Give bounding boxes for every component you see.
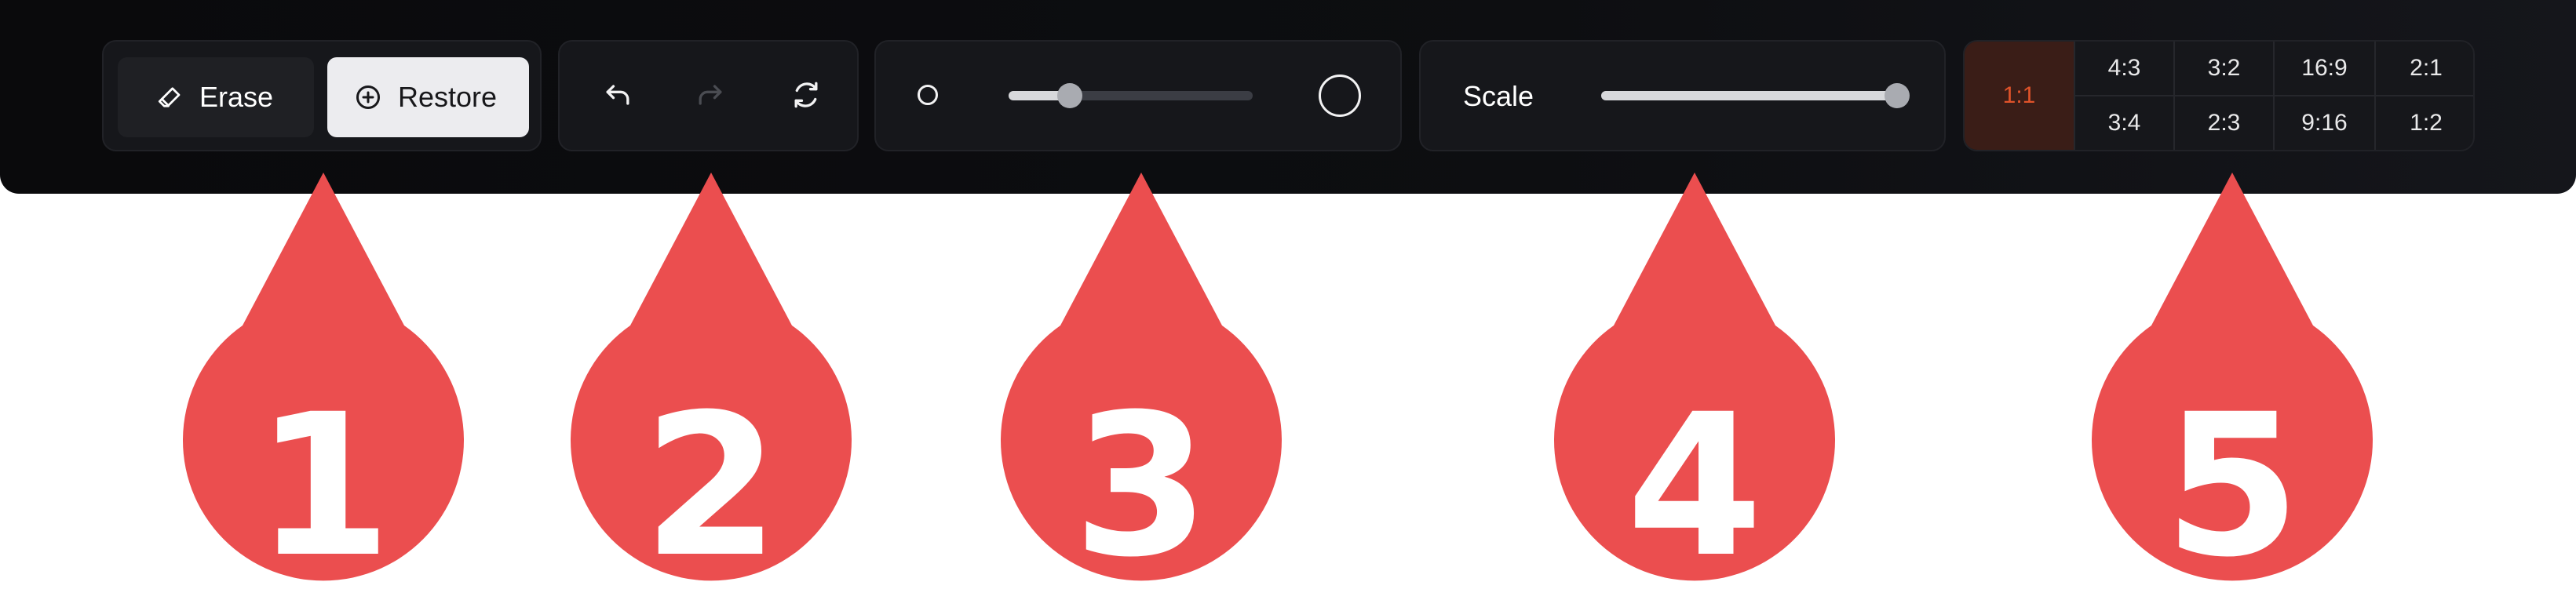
- scale-group: Scale: [1419, 40, 1946, 151]
- small-circle-icon: [918, 85, 938, 105]
- undo-icon: [600, 78, 635, 116]
- callout-marker-5: 5: [2091, 173, 2373, 600]
- large-circle-icon: [1319, 75, 1361, 117]
- redo-icon: [693, 78, 728, 116]
- scale-slider[interactable]: [1601, 83, 1910, 108]
- callout-number: 2: [643, 372, 779, 600]
- scale-label: Scale: [1463, 80, 1534, 112]
- refresh-icon: [789, 78, 823, 116]
- callout-marker-1: 1: [182, 173, 465, 600]
- aspect-ratio-option-selected[interactable]: 1:1: [1965, 42, 2074, 150]
- callout-number: 4: [1626, 372, 1763, 600]
- redo-button[interactable]: [677, 64, 743, 129]
- erase-label: Erase: [199, 81, 274, 113]
- brush-size-thumb[interactable]: [1057, 83, 1082, 108]
- callout-marker-2: 2: [570, 173, 852, 600]
- brush-size-slider[interactable]: [1009, 83, 1253, 108]
- editor-toolbar: Erase Restore Scale 1:1 4:3 3:2 16:9 2:1…: [0, 0, 2576, 194]
- erase-button[interactable]: Erase: [118, 57, 314, 137]
- aspect-ratio-option[interactable]: 16:9: [2275, 42, 2374, 95]
- restore-button[interactable]: Restore: [327, 57, 529, 137]
- restore-label: Restore: [398, 81, 498, 113]
- aspect-ratio-group: 1:1 4:3 3:2 16:9 2:1 3:4 2:3 9:16 1:2: [1963, 40, 2475, 151]
- aspect-ratio-option[interactable]: 2:3: [2175, 96, 2273, 150]
- callout-number: 3: [1073, 372, 1210, 600]
- scale-thumb[interactable]: [1885, 83, 1910, 108]
- aspect-ratio-option[interactable]: 4:3: [2075, 42, 2173, 95]
- aspect-ratio-option[interactable]: 1:2: [2376, 96, 2473, 150]
- aspect-ratio-option[interactable]: 3:4: [2075, 96, 2173, 150]
- scale-fill: [1601, 91, 1897, 100]
- eraser-icon: [155, 83, 184, 111]
- callout-marker-4: 4: [1553, 173, 1836, 600]
- history-group: [558, 40, 859, 151]
- callout-number: 1: [255, 372, 392, 600]
- brush-size-group: [874, 40, 1402, 151]
- aspect-ratio-option[interactable]: 3:2: [2175, 42, 2273, 95]
- callout-number: 5: [2164, 372, 2301, 600]
- undo-button[interactable]: [585, 64, 651, 129]
- aspect-ratio-option[interactable]: 2:1: [2376, 42, 2473, 95]
- plus-circle-icon: [354, 83, 382, 111]
- aspect-ratio-option[interactable]: 9:16: [2275, 96, 2374, 150]
- reset-button[interactable]: [773, 64, 839, 129]
- aspect-ratio-grid: 1:1 4:3 3:2 16:9 2:1 3:4 2:3 9:16 1:2: [1965, 42, 2473, 150]
- callout-marker-3: 3: [1000, 173, 1283, 600]
- mode-toggle-group: Erase Restore: [102, 40, 542, 151]
